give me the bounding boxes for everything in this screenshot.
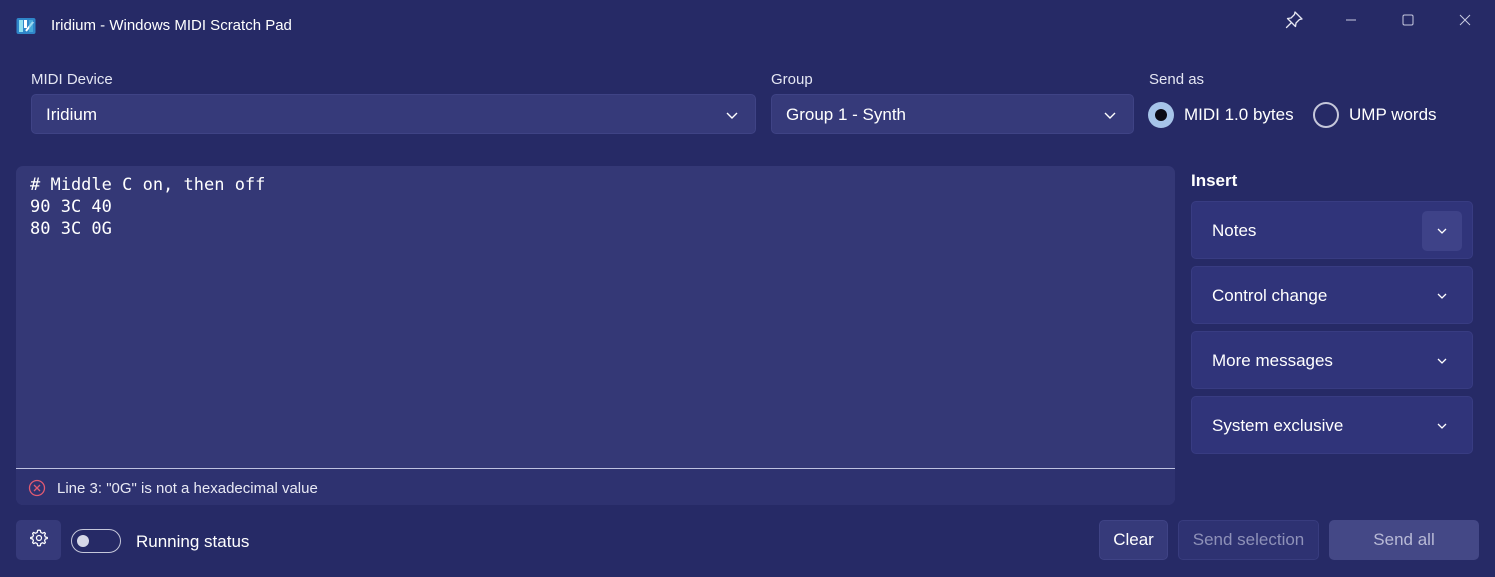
chevron-down-icon: [725, 108, 739, 127]
error-message: Line 3: "0G" is not a hexadecimal value: [57, 480, 318, 497]
chevron-down-icon[interactable]: [1422, 211, 1462, 251]
chevron-down-icon[interactable]: [1422, 341, 1462, 381]
message-editor[interactable]: # Middle C on, then off 90 3C 40 80 3C 0G …: [16, 166, 1175, 505]
editor-text[interactable]: # Middle C on, then off 90 3C 40 80 3C 0G: [30, 174, 265, 240]
group-label: Group: [771, 71, 813, 88]
radio-midi-bytes[interactable]: MIDI 1.0 bytes: [1148, 102, 1294, 128]
expander-system-exclusive-label: System exclusive: [1212, 416, 1344, 435]
expander-notes-label: Notes: [1212, 221, 1257, 240]
expander-control-change-label: Control change: [1212, 286, 1328, 305]
group-value: Group 1 - Synth: [786, 105, 907, 124]
midi-device-label: MIDI Device: [31, 71, 113, 88]
expander-more-messages[interactable]: More messages: [1191, 331, 1473, 389]
editor-line: 90 3C 40: [30, 197, 112, 217]
midi-app-icon: [16, 16, 36, 36]
radio-unselected-icon: [1313, 102, 1339, 128]
midi-device-dropdown[interactable]: Iridium: [31, 94, 756, 134]
editor-line: # Middle C on, then off: [30, 175, 266, 195]
expander-notes[interactable]: Notes: [1191, 201, 1473, 259]
send-as-label: Send as: [1149, 71, 1205, 88]
gear-icon: [29, 528, 49, 553]
chevron-down-icon: [1103, 108, 1117, 127]
send-selection-button[interactable]: Send selection: [1178, 520, 1319, 560]
minimize-icon[interactable]: [1334, 8, 1368, 32]
group-dropdown[interactable]: Group 1 - Synth: [771, 94, 1134, 134]
editor-line: 80 3C 0G: [30, 219, 112, 239]
settings-button[interactable]: [16, 520, 61, 560]
window-title: Iridium - Windows MIDI Scratch Pad: [51, 17, 292, 34]
running-status-toggle[interactable]: [71, 529, 121, 553]
radio-ump-words-label: UMP words: [1349, 105, 1437, 124]
midi-device-value: Iridium: [46, 105, 98, 124]
expander-control-change[interactable]: Control change: [1191, 266, 1473, 324]
close-icon[interactable]: [1448, 8, 1482, 32]
expander-system-exclusive[interactable]: System exclusive: [1191, 396, 1473, 454]
maximize-icon[interactable]: [1391, 8, 1425, 32]
expander-more-messages-label: More messages: [1212, 351, 1333, 370]
radio-midi-bytes-label: MIDI 1.0 bytes: [1184, 105, 1294, 124]
radio-selected-icon: [1148, 102, 1174, 128]
radio-ump-words[interactable]: UMP words: [1313, 102, 1437, 128]
clear-button[interactable]: Clear: [1099, 520, 1168, 560]
error-icon: [28, 479, 46, 502]
send-all-button[interactable]: Send all: [1329, 520, 1479, 560]
chevron-down-icon[interactable]: [1422, 406, 1462, 446]
error-status-bar: Line 3: "0G" is not a hexadecimal value: [16, 469, 1175, 505]
insert-title: Insert: [1191, 171, 1238, 190]
running-status-label: Running status: [136, 532, 250, 551]
title-bar: Iridium - Windows MIDI Scratch Pad: [0, 0, 1495, 52]
pin-icon[interactable]: [1277, 8, 1311, 32]
chevron-down-icon[interactable]: [1422, 276, 1462, 316]
